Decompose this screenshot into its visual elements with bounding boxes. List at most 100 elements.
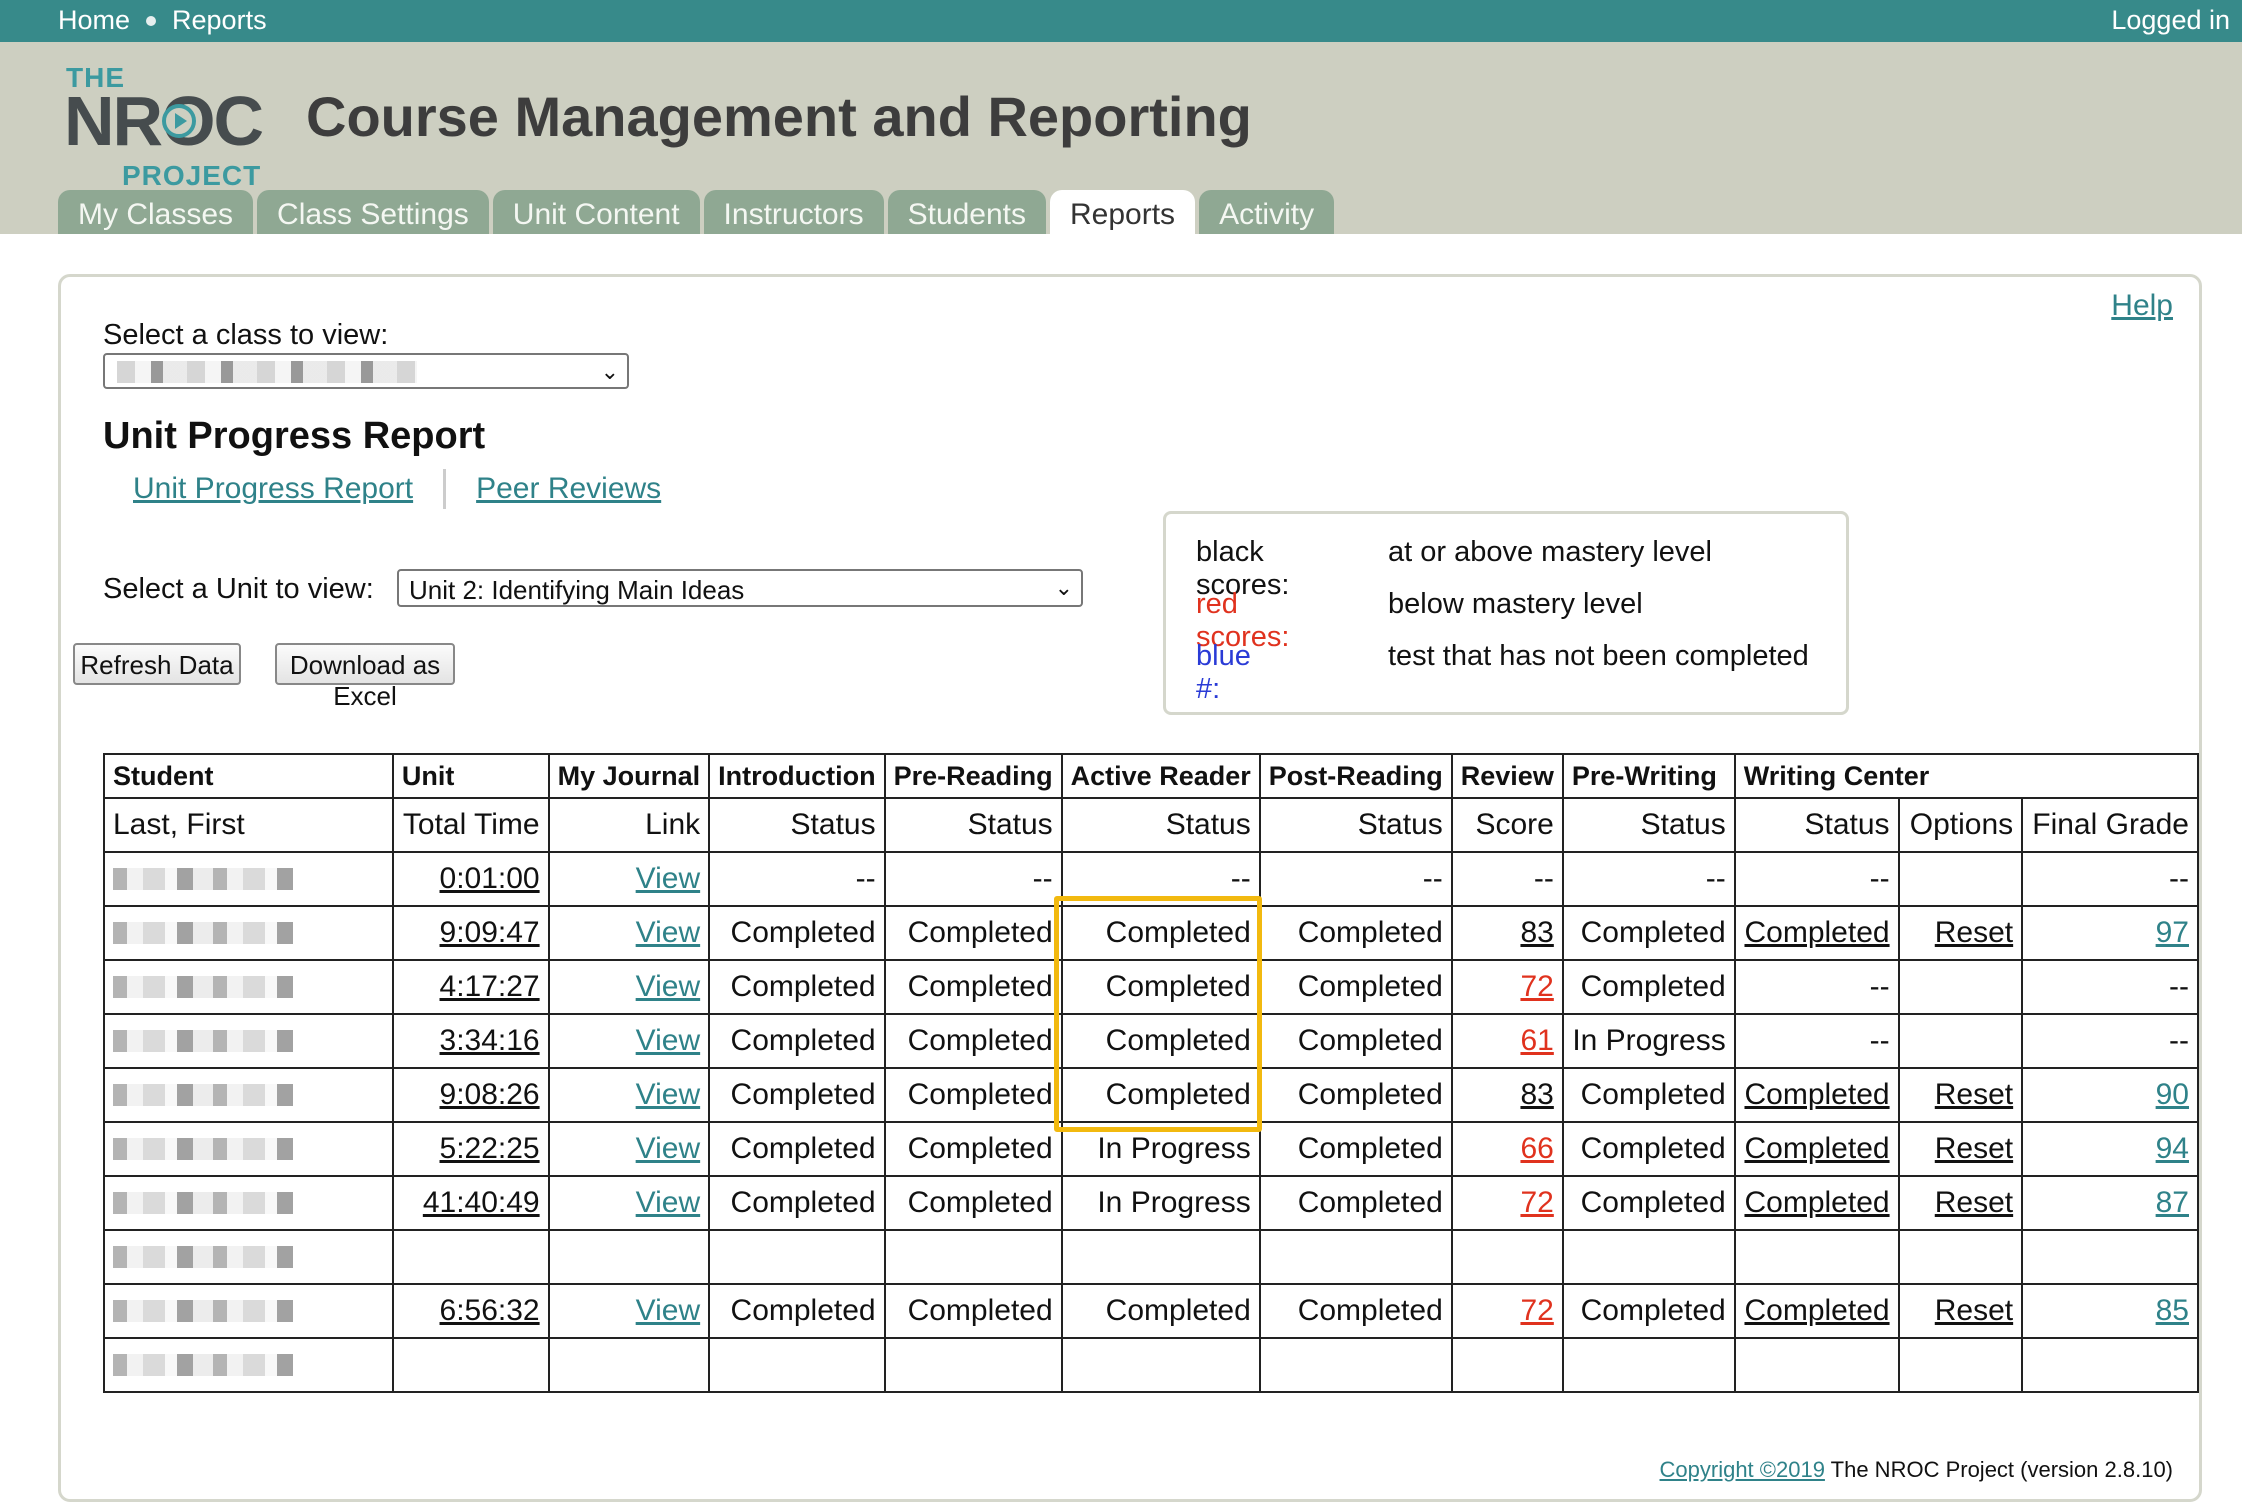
final-grade: --	[2169, 970, 2189, 1003]
student-name-redacted	[113, 922, 293, 944]
breadcrumb-home-link[interactable]: Home	[58, 5, 130, 36]
post-reading-status-cell: Completed	[1258, 1121, 1453, 1177]
class-select[interactable]: ⌄	[103, 353, 629, 389]
final-grade-cell: --	[2021, 1013, 2199, 1069]
review-score[interactable]: 72	[1520, 1294, 1553, 1327]
pre-writing-status-cell: Completed	[1561, 1067, 1736, 1123]
journal-view-link[interactable]: View	[636, 1132, 700, 1165]
copyright-link[interactable]: Copyright ©2019	[1660, 1457, 1825, 1482]
review-score[interactable]: 72	[1520, 970, 1553, 1003]
tab-reports[interactable]: Reports	[1050, 190, 1196, 234]
journal-view-link[interactable]: View	[636, 1186, 700, 1219]
writing-center-status[interactable]: Completed	[1744, 916, 1889, 949]
final-grade: --	[2169, 862, 2189, 895]
reset-link-cell: Reset	[1897, 1121, 2024, 1177]
introduction-status-cell: Completed	[708, 905, 886, 961]
tab-unit-content[interactable]: Unit Content	[492, 190, 700, 234]
review-score[interactable]: 72	[1520, 1186, 1553, 1219]
pre-reading-status-cell: Completed	[883, 1067, 1063, 1123]
table-row: 9:09:47 View Completed Completed Completed Co…	[103, 905, 2199, 961]
refresh-data-button[interactable]: Refresh Data	[73, 643, 241, 685]
subheader-pre-writing-status: Status	[1561, 797, 1736, 853]
unit-select[interactable]: Unit 2: Identifying Main Ideas ⌄	[397, 569, 1083, 607]
journal-view-link[interactable]: View	[636, 1078, 700, 1111]
pre-writing-status: Completed	[1580, 970, 1726, 1003]
final-grade[interactable]: 94	[2156, 1132, 2189, 1165]
review-score-cell: 66	[1450, 1121, 1564, 1177]
introduction-status: Completed	[730, 1024, 876, 1057]
journal-view-link[interactable]: View	[636, 1294, 700, 1327]
subheader-total-time: Total Time	[391, 797, 550, 853]
writing-center-status-cell	[1733, 1229, 1900, 1285]
total-time[interactable]: 5:22:25	[440, 1132, 540, 1165]
reset-link[interactable]: Reset	[1935, 1186, 2013, 1219]
final-grade-cell	[2021, 1337, 2199, 1393]
post-reading-status-cell: Completed	[1258, 1283, 1453, 1339]
reset-link[interactable]: Reset	[1935, 1132, 2013, 1165]
final-grade[interactable]: 97	[2156, 916, 2189, 949]
tab-instructors[interactable]: Instructors	[703, 190, 884, 234]
journal-view-link[interactable]: View	[636, 970, 700, 1003]
total-time[interactable]: 4:17:27	[440, 970, 540, 1003]
col-header-active-reader: Active Reader	[1060, 753, 1261, 799]
main-tabs: My Classes Class Settings Unit Content I…	[58, 190, 1338, 234]
final-grade[interactable]: 85	[2156, 1294, 2189, 1327]
review-score[interactable]: 83	[1520, 916, 1553, 949]
total-time[interactable]: 41:40:49	[423, 1186, 540, 1219]
review-score-cell: 61	[1450, 1013, 1564, 1069]
tab-class-settings[interactable]: Class Settings	[257, 190, 489, 234]
post-reading-status-cell: Completed	[1258, 1067, 1453, 1123]
writing-center-status[interactable]: Completed	[1744, 1078, 1889, 1111]
active-reader-status-cell: Completed	[1060, 959, 1261, 1015]
review-score[interactable]: 83	[1520, 1078, 1553, 1111]
writing-center-status[interactable]: Completed	[1744, 1186, 1889, 1219]
total-time-cell: 41:40:49	[391, 1175, 550, 1231]
reset-link[interactable]: Reset	[1935, 1078, 2013, 1111]
tab-students[interactable]: Students	[887, 190, 1047, 234]
legend-value-blue: test that has not been completed	[1388, 640, 1809, 672]
legend-value-red: below mastery level	[1388, 588, 1643, 620]
introduction-status-cell: Completed	[708, 1067, 886, 1123]
subheader-review-score: Score	[1450, 797, 1564, 853]
total-time-cell	[391, 1229, 550, 1285]
unit-progress-report-link[interactable]: Unit Progress Report	[133, 472, 413, 506]
writing-center-status[interactable]: Completed	[1744, 1132, 1889, 1165]
final-grade[interactable]: 90	[2156, 1078, 2189, 1111]
writing-center-status[interactable]: Completed	[1744, 1294, 1889, 1327]
student-name-redacted	[113, 1354, 293, 1376]
post-reading-status: Completed	[1297, 1294, 1443, 1327]
final-grade-cell: --	[2021, 959, 2199, 1015]
total-time[interactable]: 6:56:32	[440, 1294, 540, 1327]
total-time[interactable]: 9:08:26	[440, 1078, 540, 1111]
post-reading-status: Completed	[1297, 1132, 1443, 1165]
reset-link-cell	[1897, 1337, 2024, 1393]
reset-link[interactable]: Reset	[1935, 1294, 2013, 1327]
total-time[interactable]: 3:34:16	[440, 1024, 540, 1057]
final-grade[interactable]: 87	[2156, 1186, 2189, 1219]
total-time[interactable]: 9:09:47	[440, 916, 540, 949]
report-panel: Help Select a class to view: ⌄ Unit Prog…	[58, 274, 2202, 1502]
help-link[interactable]: Help	[2111, 289, 2173, 323]
reset-link[interactable]: Reset	[1935, 916, 2013, 949]
breadcrumb-reports-link[interactable]: Reports	[172, 5, 267, 36]
review-score[interactable]: 61	[1520, 1024, 1553, 1057]
download-excel-button[interactable]: Download as Excel	[275, 643, 455, 711]
journal-view-link[interactable]: View	[636, 916, 700, 949]
review-score[interactable]: 66	[1520, 1132, 1553, 1165]
journal-view-link-cell: View	[547, 1283, 711, 1339]
active-reader-status-cell: In Progress	[1060, 1175, 1261, 1231]
journal-view-link[interactable]: View	[636, 1024, 700, 1057]
logo-project: PROJECT	[122, 160, 262, 191]
table-row: 4:17:27 View Completed Completed Completed Co…	[103, 959, 2199, 1015]
introduction-status-cell: Completed	[708, 959, 886, 1015]
pre-reading-status-cell	[883, 1337, 1063, 1393]
subheader-options: Options	[1897, 797, 2024, 853]
post-reading-status: --	[1422, 862, 1443, 895]
subheader-final-grade: Final Grade	[2021, 797, 2199, 853]
total-time[interactable]: 0:01:00	[440, 862, 540, 895]
introduction-status-cell: Completed	[708, 1175, 886, 1231]
tab-my-classes[interactable]: My Classes	[58, 190, 254, 234]
journal-view-link[interactable]: View	[636, 862, 700, 895]
tab-activity[interactable]: Activity	[1199, 190, 1335, 234]
peer-reviews-link[interactable]: Peer Reviews	[476, 472, 661, 506]
